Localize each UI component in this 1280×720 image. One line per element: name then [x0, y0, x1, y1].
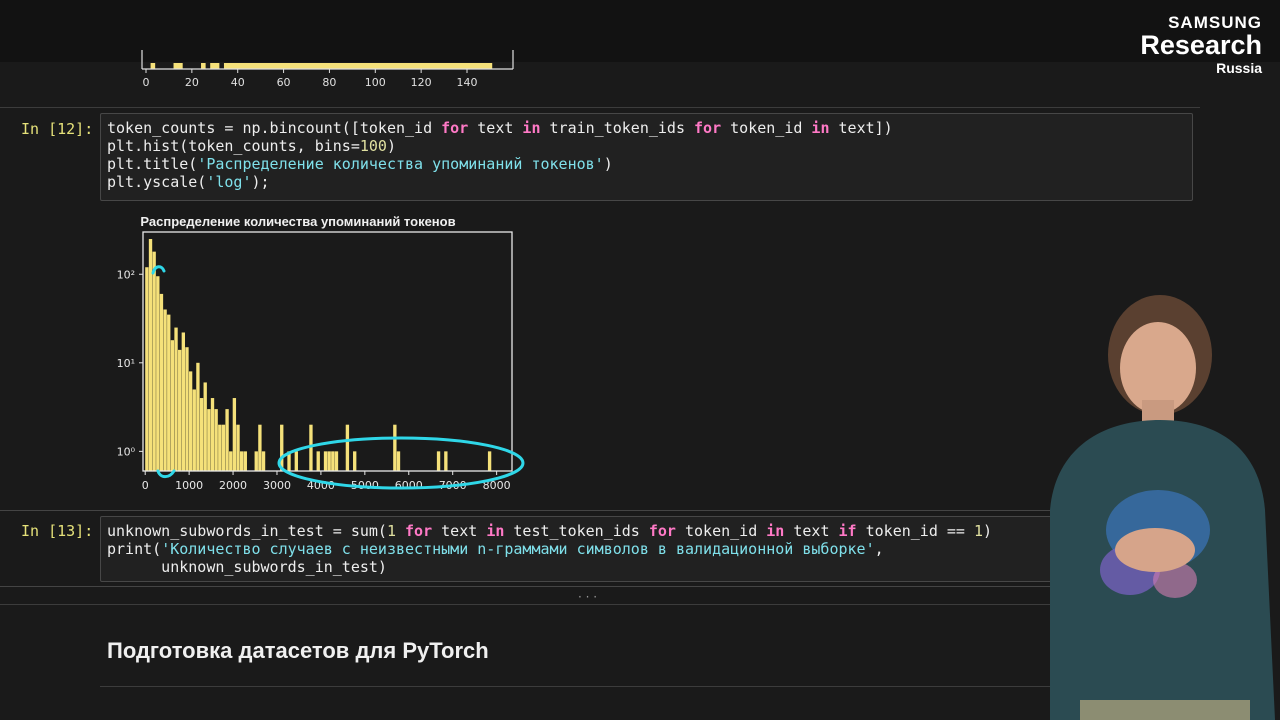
prev-chart-bar [150, 63, 156, 69]
histogram-bar [236, 424, 240, 471]
histogram-bar [163, 309, 167, 471]
prev-x-tick-label: 0 [143, 76, 150, 89]
prev-chart-bar [201, 63, 206, 69]
histogram-bar [239, 451, 244, 471]
previous-chart: 0 20 40 60 80 100 120 140 [141, 50, 514, 89]
cell12-line3: plt.title('Распределение количества упом… [107, 155, 613, 173]
x-tick-label: 3000 [263, 479, 291, 492]
histogram-bar [167, 314, 171, 471]
histogram-bar [159, 293, 164, 471]
histogram-bar [294, 451, 298, 471]
cell-separator [100, 686, 1060, 687]
histogram-bar [396, 451, 401, 471]
histogram-bar [145, 267, 149, 471]
histogram-bar [331, 451, 335, 471]
annotation-hook-bottom [156, 469, 176, 479]
histogram-bar [178, 349, 182, 471]
collapsed-output-ellipsis[interactable]: · · · [578, 590, 597, 604]
histogram-bar [254, 451, 258, 471]
prev-x-tick-label: 60 [277, 76, 291, 89]
histogram-bar [174, 327, 178, 471]
histogram-bar [199, 398, 204, 471]
histogram-bar [170, 340, 175, 471]
cell13-line3: unknown_subwords_in_test) [107, 558, 387, 576]
prev-chart-bar [223, 63, 493, 69]
cell12-line2: plt.hist(token_counts, bins=100) [107, 137, 396, 155]
histogram-bar [156, 276, 160, 471]
chart-title: Распределение количества упоминаний токе… [140, 214, 455, 229]
logo-line3: Russia [1216, 60, 1262, 76]
prev-x-tick-label: 140 [457, 76, 478, 89]
histogram-bar [188, 371, 193, 471]
x-tick-label: 6000 [395, 479, 423, 492]
samsung-research-logo: SAMSUNG Research Russia [1140, 14, 1262, 75]
cell-separator [0, 107, 1200, 108]
histogram-bar [185, 347, 189, 471]
histogram-bar [229, 451, 233, 471]
histogram-bar [327, 451, 331, 471]
x-tick-label: 0 [142, 479, 149, 492]
cell12-code-editor[interactable]: token_counts = np.bincount([token_id for… [100, 113, 1193, 201]
y-tick-label: 10² [117, 268, 135, 281]
previous-chart-bars [150, 63, 493, 69]
histogram-bars [145, 239, 492, 471]
cell13-line2: print('Количество случаев с неизвестными… [107, 540, 884, 558]
histogram-bar [353, 451, 357, 471]
section-heading: Подготовка датасетов для PyTorch [107, 638, 489, 663]
logo-line1: SAMSUNG [1168, 13, 1262, 32]
histogram-bar [444, 451, 448, 471]
prev-chart-bar [210, 63, 220, 69]
histogram-bar [316, 451, 320, 471]
histogram-bar [192, 389, 196, 471]
prev-x-tick-label: 100 [365, 76, 386, 89]
histogram-bar [181, 332, 186, 471]
prev-x-tick-label: 80 [322, 76, 336, 89]
histogram-bar [152, 251, 156, 471]
cell12-line1: token_counts = np.bincount([token_id for… [107, 119, 893, 137]
x-tick-label: 2000 [219, 479, 247, 492]
histogram-bar [203, 382, 207, 471]
prev-x-tick-label: 20 [185, 76, 199, 89]
histogram-bar [225, 409, 229, 471]
cell13-line1: unknown_subwords_in_test = sum(1 for tex… [107, 522, 993, 540]
histogram-bar [323, 451, 328, 471]
histogram-bar [207, 409, 211, 471]
histogram-bar [214, 409, 218, 471]
histogram-bar [261, 451, 266, 471]
histogram-bar [218, 424, 222, 471]
histogram-bar [221, 424, 226, 471]
histogram-bar [232, 398, 237, 471]
histogram-bar [148, 239, 153, 471]
previous-chart-ticks: 0 20 40 60 80 100 120 140 [143, 69, 478, 89]
y-tick-label: 10⁰ [117, 445, 136, 458]
cell13-prompt: In [13]: [21, 522, 94, 540]
histogram-bar [393, 424, 397, 471]
prev-x-tick-label: 120 [411, 76, 432, 89]
histogram-bar [258, 424, 262, 471]
histogram-chart: Распределение количества упоминаний токе… [117, 214, 525, 492]
histogram-bar [345, 424, 350, 471]
y-axis-ticks: 10⁰ 10¹ 10² [117, 268, 143, 458]
histogram-bar [334, 451, 339, 471]
x-tick-label: 1000 [175, 479, 203, 492]
annotation-hook-top [151, 265, 166, 275]
prev-chart-bar [173, 63, 183, 69]
histogram-bar [196, 362, 200, 471]
presenter-video-overlay [1050, 295, 1275, 720]
prev-x-tick-label: 40 [231, 76, 245, 89]
histogram-bar [243, 451, 247, 471]
logo-line2: Research [1140, 30, 1262, 60]
histogram-bar [210, 398, 215, 471]
cell12-line4: plt.yscale('log'); [107, 173, 270, 191]
histogram-bar [487, 451, 492, 471]
histogram-bar [436, 451, 441, 471]
cell12-prompt: In [12]: [21, 120, 94, 138]
y-tick-label: 10¹ [117, 357, 135, 370]
